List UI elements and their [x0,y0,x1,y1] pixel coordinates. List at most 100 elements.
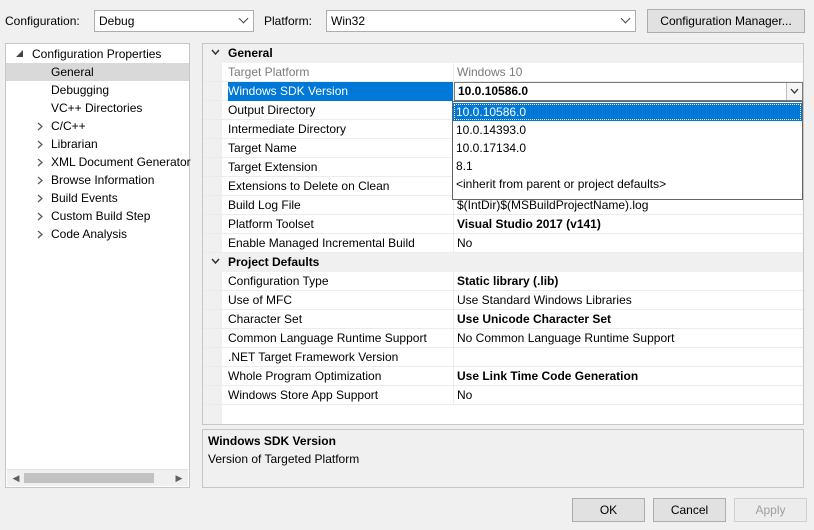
property-name: Whole Program Optimization [228,369,382,383]
column-divider [453,329,454,348]
expand-triangle-icon[interactable] [37,140,43,149]
tree-item-vc-directories[interactable]: VC++ Directories [6,99,189,117]
property-value: Static library (.lib) [457,274,559,288]
tree-item-librarian[interactable]: Librarian [6,135,189,153]
chevron-down-icon[interactable] [211,49,220,56]
tree-root[interactable]: Configuration Properties [6,45,189,63]
sdk-option[interactable]: 10.0.14393.0 [453,121,802,139]
property-row-enable-managed-incremental-build[interactable]: Enable Managed Incremental Build No [203,234,803,253]
expand-triangle-icon[interactable] [37,176,43,185]
cancel-button[interactable]: Cancel [653,498,726,522]
property-value: No Common Language Runtime Support [457,331,675,345]
configuration-manager-button[interactable]: Configuration Manager... [647,9,805,33]
expand-triangle-icon[interactable] [37,122,43,131]
property-row-configuration-type[interactable]: Configuration Type Static library (.lib) [203,272,803,291]
chevron-down-icon[interactable] [786,83,802,100]
sdk-option[interactable]: 10.0.17134.0 [453,139,802,157]
sdk-option[interactable]: <inherit from parent or project defaults… [453,175,802,193]
ok-button[interactable]: OK [572,498,645,522]
tree-item-c-c[interactable]: C/C++ [6,117,189,135]
sdk-option[interactable]: 8.1 [453,157,802,175]
sdk-version-value: 10.0.10586.0 [458,84,529,98]
property-row-platform-toolset[interactable]: Platform Toolset Visual Studio 2017 (v141… [203,215,803,234]
property-value: Use Standard Windows Libraries [457,293,632,307]
column-divider [453,63,454,82]
chevron-down-icon [620,13,631,24]
property-value: Windows 10 [457,65,523,79]
tree-item-label: Code Analysis [51,227,128,241]
property-name: Extensions to Delete on Clean [228,179,390,193]
column-divider [453,215,454,234]
tree-item-custom-build-step[interactable]: Custom Build Step [6,207,189,225]
tree-item-label: Custom Build Step [51,209,151,223]
category-general-label: General [228,46,273,60]
property-row-whole-program-optimization[interactable]: Whole Program Optimization Use Link Time … [203,367,803,386]
category-project-defaults[interactable]: Project Defaults [203,253,803,272]
platform-label: Platform: [264,14,313,28]
tree-item-general[interactable]: General [6,63,189,81]
property-name: Common Language Runtime Support [228,331,427,345]
tree-item-debugging[interactable]: Debugging [6,81,189,99]
tree-item-build-events[interactable]: Build Events [6,189,189,207]
property-name: Build Log File [228,198,301,212]
tree-item-label: Librarian [51,137,98,151]
property-row-windows-store-app-support[interactable]: Windows Store App Support No [203,386,803,405]
tree-item-label: Browse Information [51,173,155,187]
tree-item-code-analysis[interactable]: Code Analysis [6,225,189,243]
sdk-version-combo[interactable]: 10.0.10586.0 [454,82,803,101]
column-divider [453,234,454,253]
configuration-label: Configuration: [5,14,80,28]
property-value: Use Unicode Character Set [457,312,612,326]
apply-button[interactable]: Apply [734,498,807,522]
chevron-down-icon [238,13,249,24]
configuration-tree[interactable]: Configuration Properties General Debuggin… [5,43,191,488]
expand-triangle-icon[interactable] [37,158,43,167]
category-project-defaults-label: Project Defaults [228,255,320,269]
tree-item-browse-information[interactable]: Browse Information [6,171,189,189]
configuration-combo[interactable]: Debug [94,10,254,32]
property-name: Use of MFC [228,293,293,307]
property-row-windows-sdk-version[interactable]: Windows SDK Version 10.0.10586.0 [203,82,803,101]
tree-item-label: Debugging [51,83,110,97]
tree-item-xml-document-generator[interactable]: XML Document Generator [6,153,191,171]
description-text: Version of Targeted Platform [208,452,360,466]
expanded-triangle-icon[interactable] [16,50,24,58]
sdk-version-dropdown-list[interactable]: 10.0.10586.0 10.0.14393.0 10.0.17134.0 8.1 <… [452,101,803,200]
property-name: Windows SDK Version [228,82,453,101]
property-name: Target Name [228,141,297,155]
tree-item-label: Build Events [51,191,118,205]
property-value: No [457,236,473,250]
property-name: Output Directory [228,103,316,117]
tree-item-label: General [51,65,94,79]
property-row-use-of-mfc[interactable]: Use of MFC Use Standard Windows Libraries [203,291,803,310]
expand-triangle-icon[interactable] [37,230,43,239]
description-panel: Windows SDK Version Version of Targeted … [202,429,804,488]
property-value: Use Link Time Code Generation [457,369,639,383]
scroll-right-icon[interactable]: ▶ [172,471,186,485]
platform-value: Win32 [331,14,366,28]
column-divider [453,367,454,386]
tree-item-label: C/C++ [51,119,86,133]
column-divider [453,386,454,405]
property-name: Target Extension [228,160,318,174]
property-name: Character Set [228,312,303,326]
scrollbar-thumb[interactable] [24,473,154,483]
tree-item-label: XML Document Generator [51,155,191,169]
category-general[interactable]: General [203,44,803,63]
property-name: Intermediate Directory [228,122,347,136]
configuration-value: Debug [99,14,135,28]
property-name: Configuration Type [228,274,329,288]
expand-triangle-icon[interactable] [37,194,43,203]
chevron-down-icon[interactable] [211,258,220,265]
expand-triangle-icon[interactable] [37,212,43,221]
platform-combo[interactable]: Win32 [326,10,636,32]
sdk-option[interactable]: 10.0.10586.0 [453,103,802,121]
property-row-target-platform[interactable]: Target Platform Windows 10 [203,63,803,82]
property-value: No [457,388,473,402]
scroll-left-icon[interactable]: ◀ [9,471,23,485]
tree-horizontal-scrollbar[interactable]: ◀ ▶ [7,469,188,486]
property-row-character-set[interactable]: Character Set Use Unicode Character Set [203,310,803,329]
property-row-net-target-framework-version[interactable]: .NET Target Framework Version [203,348,803,367]
property-row-common-language-runtime-support[interactable]: Common Language Runtime Support No Common… [203,329,803,348]
property-name: .NET Target Framework Version [228,350,399,364]
